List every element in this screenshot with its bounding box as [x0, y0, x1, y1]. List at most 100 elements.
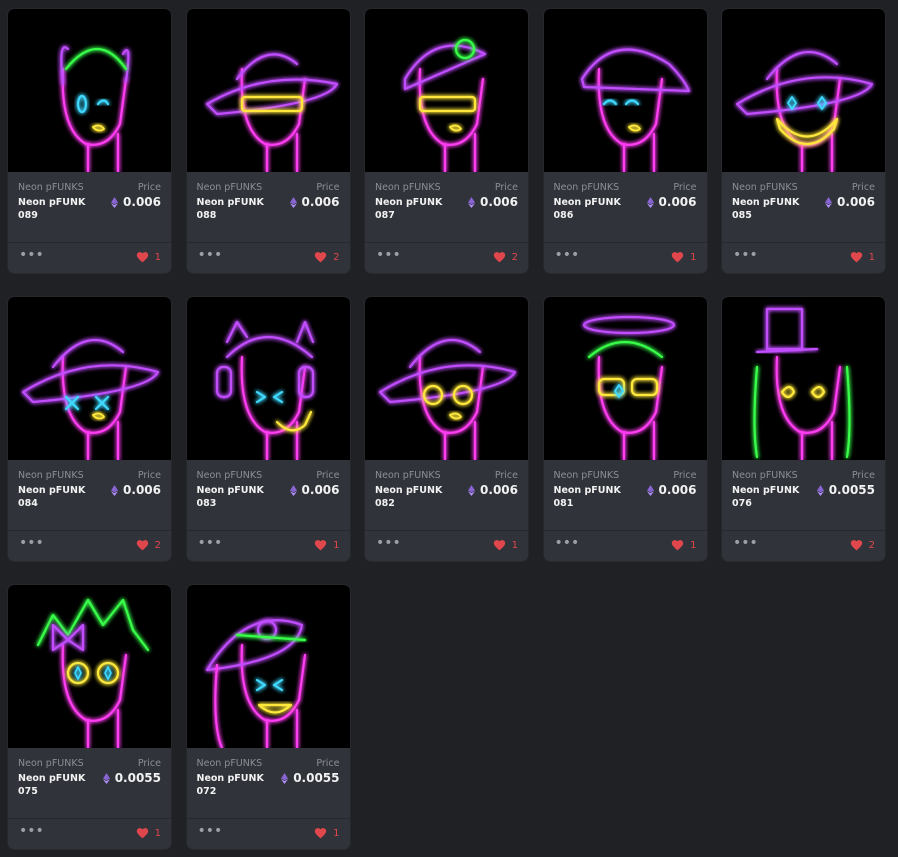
like-button[interactable]: 2: [136, 539, 161, 551]
price-amount: 0.006: [123, 483, 161, 497]
price-label: Price: [851, 470, 875, 481]
nft-card[interactable]: Neon pFUNKS Neon pFUNK 084 Price 0.006 •…: [8, 297, 171, 561]
more-options-icon[interactable]: •••: [733, 536, 758, 550]
more-options-icon[interactable]: •••: [733, 248, 758, 262]
like-count: 2: [333, 251, 340, 263]
collection-name[interactable]: Neon pFUNKS: [18, 182, 84, 193]
nft-card[interactable]: Neon pFUNKS Neon pFUNK 088 Price 0.006 •…: [186, 9, 350, 273]
nft-card[interactable]: Neon pFUNKS Neon pFUNK 085 Price 0.006 •…: [722, 9, 885, 273]
collection-name[interactable]: Neon pFUNKS: [18, 758, 84, 769]
nft-name[interactable]: Neon pFUNK 085: [732, 196, 804, 222]
collection-name[interactable]: Neon pFUNKS: [732, 182, 798, 193]
nft-image[interactable]: [8, 585, 171, 748]
nft-card[interactable]: Neon pFUNKS Neon pFUNK 082 Price 0.006 •…: [365, 297, 528, 561]
heart-icon: [493, 540, 505, 551]
collection-name[interactable]: Neon pFUNKS: [197, 758, 263, 769]
nft-card[interactable]: Neon pFUNKS Neon pFUNK 083 Price 0.006 •…: [186, 297, 350, 561]
nft-name[interactable]: Neon pFUNK 081: [554, 484, 626, 510]
ethereum-icon: [289, 196, 297, 208]
like-button[interactable]: 1: [493, 539, 518, 551]
nft-name[interactable]: Neon pFUNK 072: [197, 772, 269, 798]
nft-name[interactable]: Neon pFUNK 083: [197, 484, 269, 510]
like-button[interactable]: 2: [850, 539, 875, 551]
nft-name[interactable]: Neon pFUNK 084: [18, 484, 90, 510]
price-amount: 0.0055: [293, 771, 340, 785]
more-options-icon[interactable]: •••: [19, 248, 44, 262]
more-options-icon[interactable]: •••: [198, 248, 223, 262]
nft-card[interactable]: Neon pFUNKS Neon pFUNK 087 Price 0.006 •…: [365, 9, 528, 273]
heart-icon: [314, 540, 327, 551]
nft-card[interactable]: Neon pFUNKS Neon pFUNK 081 Price 0.006 •…: [543, 297, 707, 561]
more-options-icon[interactable]: •••: [555, 248, 580, 262]
nft-image[interactable]: [186, 585, 350, 748]
nft-image[interactable]: [186, 297, 350, 460]
nft-image[interactable]: [543, 297, 707, 460]
card-footer: ••• 2: [365, 243, 528, 273]
more-options-icon[interactable]: •••: [555, 536, 580, 550]
nft-card[interactable]: Neon pFUNKS Neon pFUNK 086 Price 0.006 •…: [543, 9, 707, 273]
price-label: Price: [316, 470, 340, 481]
nft-image[interactable]: [543, 9, 707, 172]
like-button[interactable]: 1: [314, 539, 340, 551]
nft-name[interactable]: Neon pFUNK 089: [18, 196, 90, 222]
nft-image[interactable]: [365, 9, 528, 172]
nft-name[interactable]: Neon pFUNK 075: [18, 772, 90, 798]
nft-card[interactable]: Neon pFUNKS Neon pFUNK 072 Price 0.0055 …: [186, 585, 350, 849]
nft-info: Neon pFUNKS Neon pFUNK 089 Price 0.006: [8, 172, 171, 242]
nft-image[interactable]: [722, 9, 885, 172]
like-count: 2: [868, 539, 875, 551]
like-button[interactable]: 1: [314, 827, 340, 839]
nft-image[interactable]: [186, 9, 350, 172]
price-value: 0.006: [111, 483, 161, 497]
like-button[interactable]: 1: [671, 539, 697, 551]
like-button[interactable]: 1: [136, 827, 161, 839]
more-options-icon[interactable]: •••: [198, 824, 223, 838]
nft-card[interactable]: Neon pFUNKS Neon pFUNK 075 Price 0.0055 …: [8, 585, 171, 849]
nft-image[interactable]: [365, 297, 528, 460]
nft-image[interactable]: [722, 297, 885, 460]
price-value: 0.006: [825, 195, 875, 209]
collection-name[interactable]: Neon pFUNKS: [732, 470, 798, 481]
more-options-icon[interactable]: •••: [19, 536, 44, 550]
more-options-icon[interactable]: •••: [376, 248, 401, 262]
like-button[interactable]: 1: [850, 251, 875, 263]
card-footer: ••• 1: [187, 531, 350, 561]
like-button[interactable]: 1: [671, 251, 697, 263]
price-amount: 0.006: [480, 483, 518, 497]
nft-name[interactable]: Neon pFUNK 088: [197, 196, 269, 222]
more-options-icon[interactable]: •••: [19, 824, 44, 838]
ethereum-icon: [281, 772, 289, 784]
ethereum-icon: [646, 484, 654, 496]
collection-name[interactable]: Neon pFUNKS: [197, 470, 263, 481]
nft-card[interactable]: Neon pFUNKS Neon pFUNK 076 Price 0.0055 …: [722, 297, 885, 561]
card-footer: ••• 1: [365, 531, 528, 561]
nft-name[interactable]: Neon pFUNK 082: [375, 484, 447, 510]
collection-name[interactable]: Neon pFUNKS: [375, 182, 441, 193]
price-amount: 0.006: [301, 195, 340, 209]
collection-name[interactable]: Neon pFUNKS: [197, 182, 263, 193]
like-button[interactable]: 2: [493, 251, 518, 263]
price-label: Price: [673, 182, 697, 193]
card-footer: ••• 1: [544, 243, 707, 273]
nft-image[interactable]: [8, 297, 171, 460]
nft-card[interactable]: Neon pFUNKS Neon pFUNK 089 Price 0.006 •…: [8, 9, 171, 273]
like-button[interactable]: 1: [136, 251, 161, 263]
like-count: 1: [333, 539, 340, 551]
neon-portrait-art: [205, 53, 338, 172]
collection-name[interactable]: Neon pFUNKS: [554, 182, 620, 193]
ethereum-icon: [468, 484, 476, 496]
price-value: 0.006: [468, 483, 518, 497]
heart-icon: [671, 540, 684, 551]
more-options-icon[interactable]: •••: [198, 536, 223, 550]
nft-name[interactable]: Neon pFUNK 086: [554, 196, 626, 222]
neon-portrait-art: [403, 38, 487, 172]
nft-name[interactable]: Neon pFUNK 087: [375, 196, 447, 222]
collection-name[interactable]: Neon pFUNKS: [554, 470, 620, 481]
like-button[interactable]: 2: [314, 251, 340, 263]
nft-image[interactable]: [8, 9, 171, 172]
collection-name[interactable]: Neon pFUNKS: [18, 470, 84, 481]
collection-name[interactable]: Neon pFUNKS: [375, 470, 441, 481]
nft-name[interactable]: Neon pFUNK 076: [732, 484, 804, 510]
more-options-icon[interactable]: •••: [376, 536, 401, 550]
heart-icon: [314, 828, 327, 839]
